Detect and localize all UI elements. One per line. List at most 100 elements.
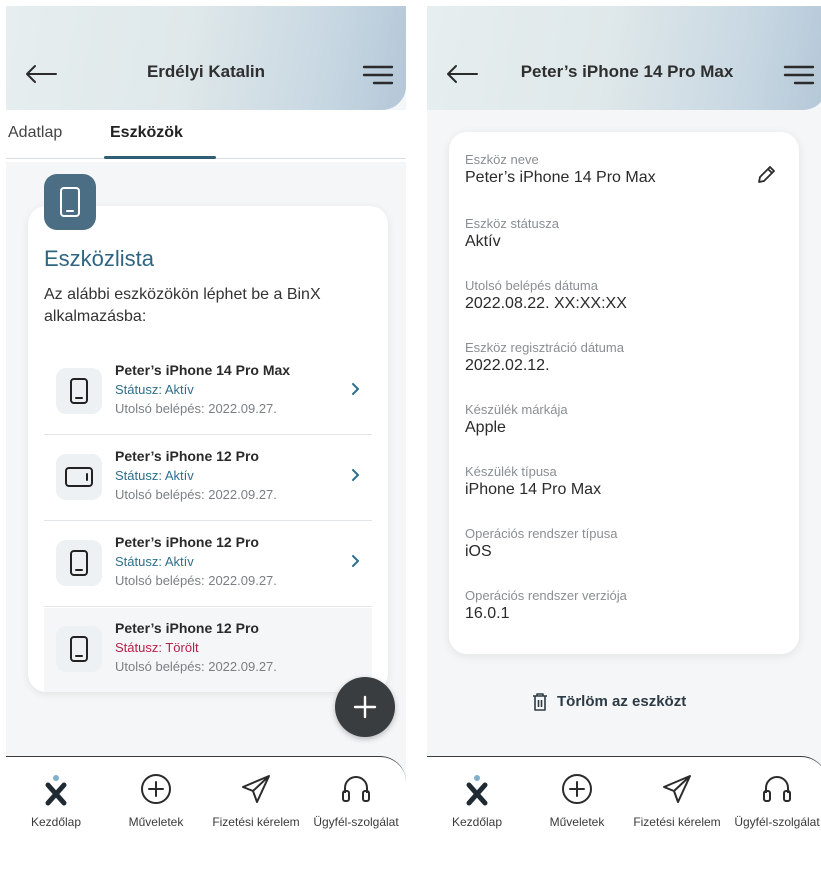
plus-icon <box>353 695 377 719</box>
headset-icon <box>763 776 791 802</box>
device-name: Peter’s iPhone 14 Pro Max <box>115 362 291 378</box>
device-list-title: Eszközlista <box>44 246 155 271</box>
active-tab-indicator <box>104 156 216 159</box>
field-brand: Készülék márkája Apple <box>465 402 568 437</box>
field-last-login: Utolsó belépés dátuma 2022.08.22. XX:XX:… <box>465 278 627 313</box>
bottom-navigation: Kezdőlap Műveletek Fizetési kérelem Ügyf… <box>6 756 406 872</box>
nav-fizetesi-kerelem[interactable]: Fizetési kérelem <box>627 757 727 872</box>
device-row[interactable]: Peter’s iPhone 14 Pro Max Státusz: Aktív… <box>44 350 372 434</box>
menu-icon[interactable] <box>362 64 394 86</box>
device-detail-card <box>449 132 799 654</box>
phone-icon <box>70 550 88 576</box>
plus-circle-icon <box>141 774 171 804</box>
field-label: Eszköz státusza <box>465 216 559 231</box>
binx-logo-icon <box>466 775 488 806</box>
nav-label: Ügyfél-szolgálat <box>734 815 820 829</box>
field-model: Készülék típusa iPhone 14 Pro Max <box>465 464 601 499</box>
trash-icon <box>533 693 547 711</box>
field-device-status: Eszköz státusza Aktív <box>465 216 559 251</box>
device-icon-box <box>56 368 102 414</box>
field-label: Operációs rendszer verziója <box>465 588 627 603</box>
field-device-name: Eszköz neve Peter’s iPhone 14 Pro Max <box>465 152 656 187</box>
field-label: Készülék márkája <box>465 402 568 417</box>
device-last-login: Utolsó belépés: 2022.09.27. <box>115 659 277 674</box>
phone-icon <box>70 378 88 404</box>
nav-ugyfelszolgalat[interactable]: Ügyfél-szolgálat <box>727 757 821 872</box>
field-value: Aktív <box>465 233 501 250</box>
row-divider <box>44 520 372 521</box>
device-row-deleted: Peter’s iPhone 12 Pro Státusz: Törölt Ut… <box>44 608 372 692</box>
nav-kezdolap[interactable]: Kezdőlap <box>6 757 106 872</box>
row-divider <box>44 434 372 435</box>
device-last-login: Utolsó belépés: 2022.09.27. <box>115 573 277 588</box>
field-os-type: Operációs rendszer típusa iOS <box>465 526 617 561</box>
field-value: 2022.08.22. XX:XX:XX <box>465 295 627 312</box>
pencil-icon[interactable] <box>755 164 777 186</box>
field-label: Eszköz regisztráció dátuma <box>465 340 624 355</box>
field-os-version: Operációs rendszer verziója 16.0.1 <box>465 588 627 623</box>
bottom-navigation: Kezdőlap Műveletek Fizetési kérelem Ügyf… <box>427 756 821 872</box>
nav-muveletek[interactable]: Műveletek <box>106 757 206 872</box>
field-label: Eszköz neve <box>465 152 539 167</box>
device-name: Peter’s iPhone 12 Pro <box>115 448 259 464</box>
nav-label: Kezdőlap <box>451 815 503 829</box>
binx-logo-icon <box>45 775 67 806</box>
back-arrow-icon[interactable] <box>24 63 58 85</box>
headset-icon <box>342 776 370 802</box>
send-icon <box>242 775 270 803</box>
nav-muveletek[interactable]: Műveletek <box>527 757 627 872</box>
field-value: 16.0.1 <box>465 605 510 622</box>
nav-ugyfelszolgalat[interactable]: Ügyfél-szolgálat <box>306 757 406 872</box>
field-value: Apple <box>465 419 506 436</box>
device-icon-box <box>56 454 102 500</box>
device-icon-box <box>56 626 102 672</box>
menu-icon[interactable] <box>783 64 815 86</box>
nav-label: Fizetési kérelem <box>212 815 300 829</box>
device-badge <box>44 174 96 230</box>
device-last-login: Utolsó belépés: 2022.09.27. <box>115 487 277 502</box>
device-name: Peter’s iPhone 12 Pro <box>115 620 259 636</box>
device-name: Peter’s iPhone 12 Pro <box>115 534 259 550</box>
field-value: iOS <box>465 543 492 560</box>
delete-device-button[interactable]: Törlöm az eszközt <box>531 690 731 718</box>
tab-adatlap[interactable]: Adatlap <box>8 124 62 142</box>
chevron-right-icon[interactable] <box>350 382 360 396</box>
field-label: Operációs rendszer típusa <box>465 526 618 541</box>
tablet-icon <box>65 467 93 487</box>
device-row[interactable]: Peter’s iPhone 12 Pro Státusz: Aktív Uto… <box>44 522 372 606</box>
tab-eszkozok[interactable]: Eszközök <box>110 124 183 142</box>
nav-kezdolap[interactable]: Kezdőlap <box>427 757 527 872</box>
plus-circle-icon <box>562 774 592 804</box>
nav-fizetesi-kerelem[interactable]: Fizetési kérelem <box>206 757 306 872</box>
row-divider <box>44 606 372 607</box>
device-icon-box <box>56 540 102 586</box>
phone-icon <box>60 187 80 217</box>
app-header: Peter’s iPhone 14 Pro Max <box>427 6 821 110</box>
field-value: Peter’s iPhone 14 Pro Max <box>465 169 656 186</box>
field-label: Készülék típusa <box>465 464 557 479</box>
chevron-right-icon[interactable] <box>350 468 360 482</box>
field-label: Utolsó belépés dátuma <box>465 278 598 293</box>
page-title: Peter’s iPhone 14 Pro Max <box>520 62 734 81</box>
field-registration-date: Eszköz regisztráció dátuma 2022.02.12. <box>465 340 624 375</box>
nav-label: Ügyfél-szolgálat <box>313 815 399 829</box>
tab-bar: Adatlap Eszközök <box>6 110 406 162</box>
field-value: 2022.02.12. <box>465 357 550 374</box>
device-status: Státusz: Aktív <box>115 554 194 569</box>
device-status: Státusz: Aktív <box>115 382 194 397</box>
device-last-login: Utolsó belépés: 2022.09.27. <box>115 401 277 416</box>
nav-label: Kezdőlap <box>30 815 82 829</box>
phone-icon <box>70 636 88 662</box>
chevron-right-icon[interactable] <box>350 554 360 568</box>
app-header: Erdélyi Katalin <box>6 6 406 110</box>
add-device-button[interactable] <box>335 677 395 737</box>
page-title: Erdélyi Katalin <box>146 62 266 81</box>
field-value: iPhone 14 Pro Max <box>465 481 602 498</box>
nav-label: Műveletek <box>128 815 184 829</box>
device-row[interactable]: Peter’s iPhone 12 Pro Státusz: Aktív Uto… <box>44 436 372 520</box>
delete-label: Törlöm az eszközt <box>557 693 687 710</box>
device-detail-screen: Peter’s iPhone 14 Pro Max Eszköz neve Pe… <box>427 6 821 872</box>
device-status: Státusz: Aktív <box>115 468 194 483</box>
device-status: Státusz: Törölt <box>115 640 199 655</box>
back-arrow-icon[interactable] <box>445 63 479 85</box>
